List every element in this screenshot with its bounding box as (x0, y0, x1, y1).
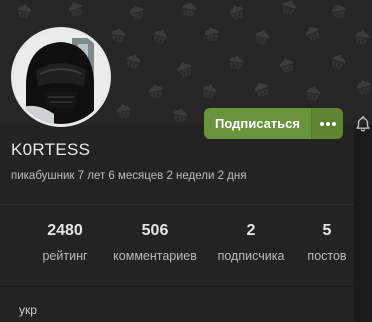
stat-label: подписчика (217, 249, 285, 263)
stat-value: 2 (246, 222, 256, 239)
stat-label: комментариев (113, 249, 197, 263)
stat-posts[interactable]: 5 постов (307, 221, 346, 263)
avatar-image (14, 30, 108, 124)
stat-subscribers[interactable]: 2 подписчика (218, 221, 285, 263)
more-button[interactable] (311, 108, 343, 139)
stat-label: постов (307, 249, 347, 263)
stat-value: 506 (141, 222, 169, 239)
stat-comments[interactable]: 506 комментариев (113, 221, 197, 263)
stat-value: 2480 (47, 222, 83, 239)
tenure-text: пикабушник 7 лет 6 месяцев 2 недели 2 дн… (11, 170, 247, 182)
stat-rating[interactable]: 2480 рейтинг (42, 221, 87, 263)
bell-icon (356, 116, 370, 132)
avatar[interactable] (11, 27, 111, 127)
stat-label: рейтинг (42, 249, 88, 263)
divider (0, 204, 354, 205)
username: K0RTESS (11, 140, 91, 159)
stats-row: 2480 рейтинг 506 комментариев 2 подписчи… (0, 221, 372, 267)
stat-value: 5 (322, 222, 332, 239)
notification-bell-button[interactable] (354, 115, 372, 133)
subscribe-group: Подписаться (204, 108, 343, 139)
more-dots-icon (319, 121, 336, 126)
profile-card: Подписаться K0RTESS пикабушник 7 лет 6 м… (0, 0, 372, 322)
about-text: укр (19, 303, 37, 317)
subscribe-button[interactable]: Подписаться (204, 108, 311, 139)
section-divider (0, 286, 354, 287)
